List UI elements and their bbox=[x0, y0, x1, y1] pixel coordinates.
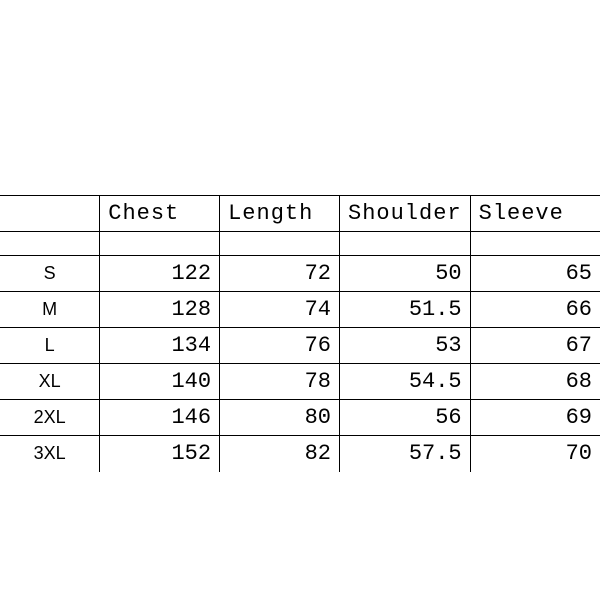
cell-chest: 128 bbox=[100, 292, 220, 328]
table-row: 2XL 146 80 56 69 bbox=[0, 400, 600, 436]
cell-shoulder: 51.5 bbox=[340, 292, 471, 328]
cell-chest: 134 bbox=[100, 328, 220, 364]
cell-shoulder: 53 bbox=[340, 328, 471, 364]
cell-sleeve: 68 bbox=[470, 364, 600, 400]
table-row: L 134 76 53 67 bbox=[0, 328, 600, 364]
cell-chest: 146 bbox=[100, 400, 220, 436]
cell-size: 3XL bbox=[0, 436, 100, 472]
cell-sleeve: 67 bbox=[470, 328, 600, 364]
cell-shoulder: 54.5 bbox=[340, 364, 471, 400]
table-row: M 128 74 51.5 66 bbox=[0, 292, 600, 328]
cell-shoulder: 56 bbox=[340, 400, 471, 436]
header-sleeve: Sleeve bbox=[470, 196, 600, 232]
table-row: S 122 72 50 65 bbox=[0, 256, 600, 292]
cell-size: S bbox=[0, 256, 100, 292]
cell-chest: 152 bbox=[100, 436, 220, 472]
cell-sleeve: 65 bbox=[470, 256, 600, 292]
cell-length: 82 bbox=[220, 436, 340, 472]
cell-length: 74 bbox=[220, 292, 340, 328]
header-size bbox=[0, 196, 100, 232]
cell-sleeve: 69 bbox=[470, 400, 600, 436]
cell-chest: 122 bbox=[100, 256, 220, 292]
header-chest: Chest bbox=[100, 196, 220, 232]
cell-size: M bbox=[0, 292, 100, 328]
cell-length: 72 bbox=[220, 256, 340, 292]
spacer-row bbox=[0, 232, 600, 256]
table-row: XL 140 78 54.5 68 bbox=[0, 364, 600, 400]
cell-sleeve: 70 bbox=[470, 436, 600, 472]
cell-size: L bbox=[0, 328, 100, 364]
cell-shoulder: 57.5 bbox=[340, 436, 471, 472]
cell-sleeve: 66 bbox=[470, 292, 600, 328]
cell-shoulder: 50 bbox=[340, 256, 471, 292]
header-shoulder: Shoulder bbox=[340, 196, 471, 232]
cell-chest: 140 bbox=[100, 364, 220, 400]
cell-length: 76 bbox=[220, 328, 340, 364]
header-length: Length bbox=[220, 196, 340, 232]
cell-size: 2XL bbox=[0, 400, 100, 436]
header-row: Chest Length Shoulder Sleeve bbox=[0, 196, 600, 232]
size-chart-table: Chest Length Shoulder Sleeve S 122 72 50… bbox=[0, 195, 600, 472]
cell-length: 80 bbox=[220, 400, 340, 436]
table-row: 3XL 152 82 57.5 70 bbox=[0, 436, 600, 472]
cell-length: 78 bbox=[220, 364, 340, 400]
cell-size: XL bbox=[0, 364, 100, 400]
